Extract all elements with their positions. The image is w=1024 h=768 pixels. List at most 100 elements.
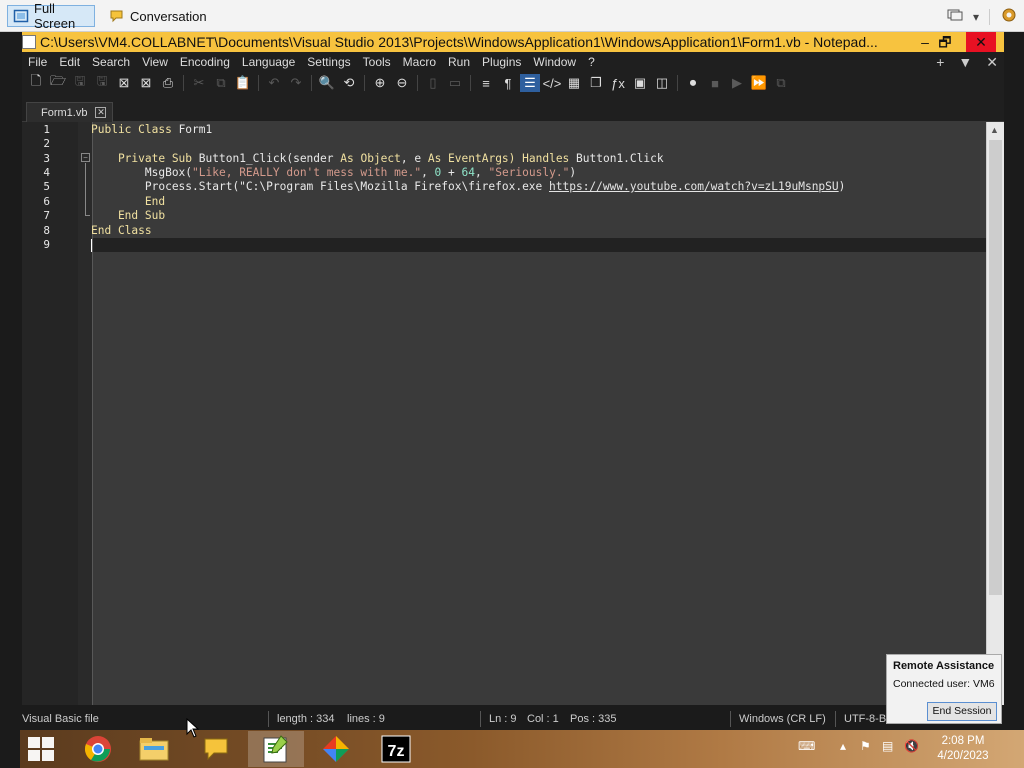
code-line: Private Sub Button1_Click(sender As Obje… <box>91 152 664 166</box>
function-list-icon[interactable]: ƒx <box>608 74 628 92</box>
chevron-down-icon[interactable]: ▾ <box>973 10 979 24</box>
find-icon[interactable]: 🔍 <box>317 74 337 92</box>
volume-muted-icon[interactable]: 🔇 <box>904 739 919 753</box>
taskbar-7zip[interactable]: 7z <box>368 731 424 767</box>
paste-icon[interactable]: 📋 <box>233 74 253 92</box>
show-hidden-icons-icon[interactable]: ▴ <box>840 739 846 753</box>
status-bar: Visual Basic file length : 334 lines : 9… <box>0 705 1004 730</box>
code-token: End Sub <box>91 209 166 222</box>
code-line: End Sub <box>91 209 165 223</box>
record-macro-icon[interactable]: ⏺ <box>683 74 703 92</box>
document-list-icon[interactable]: ❐ <box>586 74 606 92</box>
save-icon[interactable]: 🖫 <box>70 73 90 92</box>
word-wrap-icon[interactable]: ≡ <box>476 74 496 92</box>
code-token: Button1_Click(sender <box>198 152 341 165</box>
action-center-flag-icon[interactable]: ⚑ <box>860 739 871 753</box>
document-map-icon[interactable]: ▦ <box>564 74 584 92</box>
taskbar-file-explorer[interactable] <box>126 731 182 767</box>
run-macro-multiple-icon[interactable]: ⏩ <box>749 74 769 92</box>
menu-search[interactable]: Search <box>86 52 136 72</box>
network-icon[interactable]: ▤ <box>882 739 893 753</box>
menu-file[interactable]: File <box>22 52 53 72</box>
menu-language[interactable]: Language <box>236 52 301 72</box>
menu-macro[interactable]: Macro <box>397 52 442 72</box>
line-number: 4 <box>43 166 50 179</box>
menu-window[interactable]: Window <box>527 52 582 72</box>
keyboard-icon[interactable]: ⌨ <box>798 739 815 753</box>
sync-horizontal-icon[interactable]: ▭ <box>445 74 465 92</box>
full-screen-button[interactable]: Full Screen <box>7 1 95 31</box>
cut-icon[interactable]: ✂ <box>189 74 209 92</box>
chat-icon <box>204 738 228 761</box>
settings-gear-icon[interactable] <box>1000 6 1018 27</box>
display-icon[interactable] <box>947 8 963 25</box>
restore-button[interactable]: 🗗 <box>930 32 960 52</box>
new-file-icon[interactable]: 🗋 <box>26 73 46 92</box>
toolbar-separator <box>311 75 312 91</box>
code-url-link[interactable]: https://www.youtube.com/watch?v=zL19uMsn… <box>549 180 839 193</box>
taskbar-notepad-plus-plus[interactable] <box>248 731 304 767</box>
tab-list-dropdown-icon[interactable]: ▼ <box>958 52 972 72</box>
full-screen-label: Full Screen <box>34 1 76 31</box>
menu-plugins[interactable]: Plugins <box>476 52 527 72</box>
end-session-button[interactable]: End Session <box>927 702 997 721</box>
toolbar-separator <box>258 75 259 91</box>
code-token: Handles <box>522 152 577 165</box>
taskbar-git[interactable] <box>308 731 364 767</box>
scroll-up-arrow-icon[interactable]: ▲ <box>990 125 999 135</box>
remote-bar-controls: ▾ <box>947 6 1018 27</box>
monitoring-icon[interactable]: ◫ <box>652 74 672 92</box>
xml-tag-icon[interactable]: </> <box>542 74 562 92</box>
sync-vertical-icon[interactable]: ▯ <box>423 74 443 92</box>
code-token: End <box>91 195 166 208</box>
close-document-icon[interactable]: ✕ <box>986 52 998 72</box>
new-tab-plus-icon[interactable]: + <box>936 52 944 72</box>
menu-encoding[interactable]: Encoding <box>174 52 236 72</box>
print-icon[interactable]: ⎙ <box>158 74 178 92</box>
replace-icon[interactable]: ⟲ <box>339 74 359 92</box>
menu-edit[interactable]: Edit <box>53 52 86 72</box>
window-title: C:\Users\VM4.COLLABNET\Documents\Visual … <box>40 34 878 50</box>
undo-icon[interactable]: ↶ <box>264 74 284 92</box>
menu-view[interactable]: View <box>136 52 174 72</box>
tab-close-icon[interactable]: ✕ <box>95 107 107 118</box>
taskbar-chrome[interactable] <box>70 731 126 767</box>
close-button[interactable]: ✕ <box>966 32 996 52</box>
code-token: Object <box>360 152 401 165</box>
fold-collapse-icon[interactable]: − <box>81 153 90 162</box>
play-macro-icon[interactable]: ▶ <box>727 74 747 92</box>
menu-help[interactable]: ? <box>582 52 601 72</box>
status-pos: Pos : 335 <box>570 713 617 725</box>
conversation-icon <box>109 9 125 23</box>
start-button-windows-icon[interactable] <box>28 737 54 761</box>
git-icon <box>323 736 349 762</box>
close-all-icon[interactable]: ⊠ <box>136 74 156 92</box>
close-file-icon[interactable]: ⊠ <box>114 74 134 92</box>
copy-icon[interactable]: ⧉ <box>211 74 231 92</box>
open-file-icon[interactable]: 🗁 <box>48 73 68 92</box>
zoom-out-icon[interactable]: ⊖ <box>392 74 412 92</box>
save-all-icon[interactable]: 🖫 <box>92 73 112 92</box>
menu-tools[interactable]: Tools <box>357 52 397 72</box>
line-number: 5 <box>43 180 50 193</box>
scrollbar-thumb[interactable] <box>989 140 1002 595</box>
clock-date: 4/20/2023 <box>937 750 989 762</box>
redo-icon[interactable]: ↷ <box>286 74 306 92</box>
vertical-scrollbar[interactable]: ▲ ▼ <box>986 122 1004 705</box>
chrome-icon <box>84 736 111 762</box>
taskbar-clock[interactable]: 2:08 PM 4/20/2023 <box>925 734 1001 764</box>
code-token: , <box>475 166 489 179</box>
show-all-characters-icon[interactable]: ¶ <box>498 74 518 92</box>
conversation-button[interactable]: Conversation <box>104 5 212 27</box>
menu-run[interactable]: Run <box>442 52 476 72</box>
code-line: End Class <box>91 224 152 238</box>
menu-settings[interactable]: Settings <box>301 52 356 72</box>
code-editor[interactable]: 1 2 3 4 5 6 7 8 9 − Public Class Form1 P… <box>22 122 986 705</box>
tab-form1-vb[interactable]: Form1.vb ✕ <box>26 102 114 122</box>
folder-as-workspace-icon[interactable]: ▣ <box>630 74 650 92</box>
indent-guide-icon[interactable]: ☰ <box>520 74 540 92</box>
save-macro-icon[interactable]: ⧉ <box>771 74 791 92</box>
zoom-in-icon[interactable]: ⊕ <box>370 74 390 92</box>
stop-macro-icon[interactable]: ■ <box>705 74 725 92</box>
code-token: Private Sub <box>91 152 199 165</box>
